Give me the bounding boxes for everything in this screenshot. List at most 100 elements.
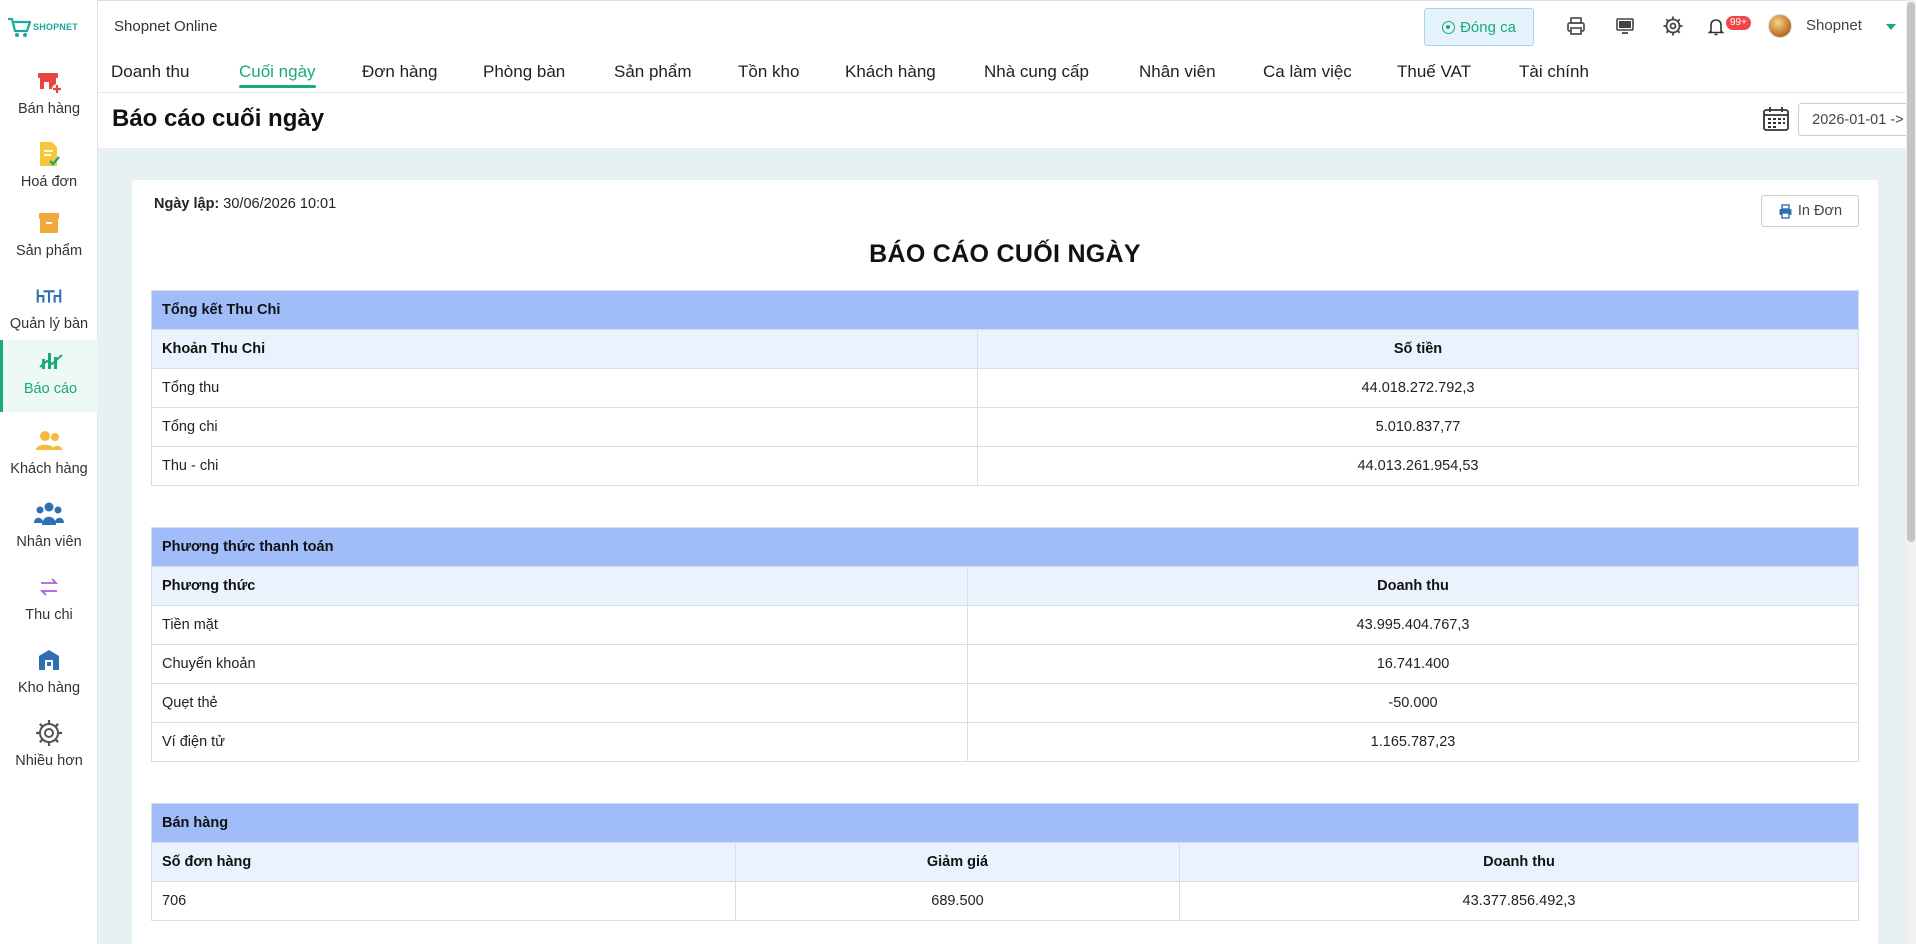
sidebar-item-label: Khách hàng bbox=[10, 461, 88, 477]
avatar[interactable] bbox=[1768, 14, 1792, 38]
gear-icon bbox=[34, 718, 64, 748]
printer-icon[interactable] bbox=[1565, 15, 1587, 37]
row-value: 16.741.400 bbox=[967, 644, 1859, 684]
tab-end-of-day[interactable]: Cuối ngày bbox=[239, 62, 316, 88]
sidebar-item-label: Nhân viên bbox=[16, 534, 82, 550]
logo-text: SHOPNET bbox=[33, 22, 78, 32]
staff-icon bbox=[34, 499, 64, 529]
sidebar-item-staff[interactable]: Nhân viên bbox=[0, 493, 98, 565]
box-icon bbox=[34, 208, 64, 238]
section-title: Phương thức thanh toán bbox=[151, 527, 1859, 567]
report-tabs: Doanh thu Cuối ngày Đơn hàng Phòng bàn S… bbox=[98, 54, 1916, 92]
tab-finance[interactable]: Tài chính bbox=[1519, 62, 1589, 82]
sidebar-item-label: Nhiều hơn bbox=[15, 753, 83, 769]
row-label: Thu - chi bbox=[151, 446, 978, 486]
report-title: BÁO CÁO CUỐI NGÀY bbox=[869, 240, 1141, 268]
app-name: Shopnet Online bbox=[114, 18, 218, 35]
sales-table: Bán hàng Số đơn hàng Giảm giá Doanh thu … bbox=[151, 803, 1859, 921]
tab-vat[interactable]: Thuế VAT bbox=[1397, 62, 1471, 82]
section-title: Tổng kết Thu Chi bbox=[151, 290, 1859, 330]
page-title: Báo cáo cuối ngày bbox=[112, 105, 325, 132]
table-row: 706 689.500 43.377.856.492,3 bbox=[151, 881, 1859, 921]
chevron-down-icon[interactable] bbox=[1886, 24, 1896, 30]
monitor-icon[interactable] bbox=[1614, 15, 1636, 37]
sidebar-item-warehouse[interactable]: Kho hàng bbox=[0, 639, 98, 711]
row-label: Tổng chi bbox=[151, 407, 978, 447]
tab-inventory[interactable]: Tồn kho bbox=[738, 62, 799, 82]
sidebar-item-label: Kho hàng bbox=[17, 680, 81, 696]
report-card: Ngày lập: 30/06/2026 10:01 In Đơn BÁO CÁ… bbox=[132, 180, 1878, 944]
column-header: Doanh thu bbox=[967, 566, 1859, 606]
sidebar-item-label: Hoá đơn bbox=[20, 174, 78, 190]
chart-icon bbox=[36, 346, 66, 376]
table-row: Tổng thu 44.018.272.792,3 bbox=[151, 368, 1859, 408]
sidebar: SHOPNET Bán hàng Hoá đơn Sản phẩm Quản l… bbox=[0, 0, 98, 944]
sidebar-item-more[interactable]: Nhiều hơn bbox=[0, 712, 98, 784]
print-label: In Đơn bbox=[1797, 203, 1843, 219]
sidebar-item-label: Sản phẩm bbox=[15, 243, 83, 259]
bell-icon[interactable] bbox=[1706, 17, 1726, 37]
tab-suppliers[interactable]: Nhà cung cấp bbox=[984, 62, 1089, 82]
revenue-value: 43.377.856.492,3 bbox=[1179, 881, 1859, 921]
row-value: 44.018.272.792,3 bbox=[977, 368, 1859, 408]
table-row: Thu - chi 44.013.261.954,53 bbox=[151, 446, 1859, 486]
column-header: Doanh thu bbox=[1179, 842, 1859, 882]
row-label: Tổng thu bbox=[151, 368, 978, 408]
scrollbar-thumb[interactable] bbox=[1907, 2, 1915, 542]
app-logo[interactable]: SHOPNET bbox=[6, 14, 84, 40]
table-row: Tiền mặt 43.995.404.767,3 bbox=[151, 605, 1859, 645]
column-header: Số đơn hàng bbox=[151, 842, 736, 882]
sidebar-item-label: Quản lý bàn bbox=[9, 316, 89, 332]
table-icon bbox=[34, 281, 64, 311]
tab-customers[interactable]: Khách hàng bbox=[845, 62, 936, 82]
notification-badge: 99+ bbox=[1726, 16, 1751, 30]
created-date: Ngày lập: 30/06/2026 10:01 bbox=[154, 196, 336, 212]
column-header: Phương thức bbox=[151, 566, 968, 606]
tab-products[interactable]: Sản phẩm bbox=[614, 62, 692, 82]
printer-icon bbox=[1779, 203, 1792, 219]
table-row: Ví điện tử 1.165.787,23 bbox=[151, 722, 1859, 762]
warehouse-icon bbox=[34, 645, 64, 675]
orders-count: 706 bbox=[151, 881, 736, 921]
row-label: Quẹt thẻ bbox=[151, 683, 968, 723]
row-label: Tiền mặt bbox=[151, 605, 968, 645]
row-value: -50.000 bbox=[967, 683, 1859, 723]
column-header: Khoản Thu Chi bbox=[151, 329, 978, 369]
print-button[interactable]: In Đơn bbox=[1761, 195, 1859, 227]
tab-orders[interactable]: Đơn hàng bbox=[362, 62, 437, 82]
column-header: Số tiền bbox=[977, 329, 1859, 369]
close-shift-button[interactable]: Đóng ca bbox=[1424, 8, 1534, 46]
summary-table: Tổng kết Thu Chi Khoản Thu Chi Số tiền T… bbox=[151, 290, 1859, 486]
invoice-icon bbox=[34, 139, 64, 169]
sidebar-item-products[interactable]: Sản phẩm bbox=[0, 202, 98, 274]
sidebar-item-label: Báo cáo bbox=[23, 381, 78, 397]
vertical-scrollbar[interactable] bbox=[1906, 0, 1916, 944]
top-header: Shopnet Online bbox=[98, 0, 1916, 54]
created-value: 30/06/2026 10:01 bbox=[223, 196, 337, 212]
exchange-icon bbox=[34, 572, 64, 602]
row-value: 43.995.404.767,3 bbox=[967, 605, 1859, 645]
table-row: Quẹt thẻ -50.000 bbox=[151, 683, 1859, 723]
payment-table: Phương thức thanh toán Phương thức Doanh… bbox=[151, 527, 1859, 762]
sidebar-item-cashflow[interactable]: Thu chi bbox=[0, 566, 98, 638]
row-value: 5.010.837,77 bbox=[977, 407, 1859, 447]
sidebar-item-invoices[interactable]: Hoá đơn bbox=[0, 133, 98, 205]
tab-staff[interactable]: Nhân viên bbox=[1139, 62, 1216, 82]
tab-revenue[interactable]: Doanh thu bbox=[111, 62, 189, 82]
settings-icon[interactable] bbox=[1662, 15, 1684, 37]
sidebar-item-tables[interactable]: Quản lý bàn bbox=[0, 275, 98, 347]
sidebar-item-customers[interactable]: Khách hàng bbox=[0, 420, 98, 492]
tab-rooms-tables[interactable]: Phòng bàn bbox=[483, 62, 565, 82]
table-row: Chuyển khoản 16.741.400 bbox=[151, 644, 1859, 684]
row-label: Chuyển khoản bbox=[151, 644, 968, 684]
tab-shifts[interactable]: Ca làm việc bbox=[1263, 62, 1352, 82]
sidebar-item-reports[interactable]: Báo cáo bbox=[0, 340, 98, 412]
user-name[interactable]: Shopnet bbox=[1806, 17, 1862, 34]
row-value: 1.165.787,23 bbox=[967, 722, 1859, 762]
sidebar-item-label: Bán hàng bbox=[17, 101, 81, 117]
record-icon bbox=[1442, 20, 1456, 34]
customers-icon bbox=[34, 426, 64, 456]
sidebar-item-sales[interactable]: Bán hàng bbox=[0, 60, 98, 132]
calendar-icon[interactable] bbox=[1762, 105, 1790, 133]
date-range-picker[interactable]: 2026-01-01 -> 2026-12-31 bbox=[1798, 103, 1916, 136]
